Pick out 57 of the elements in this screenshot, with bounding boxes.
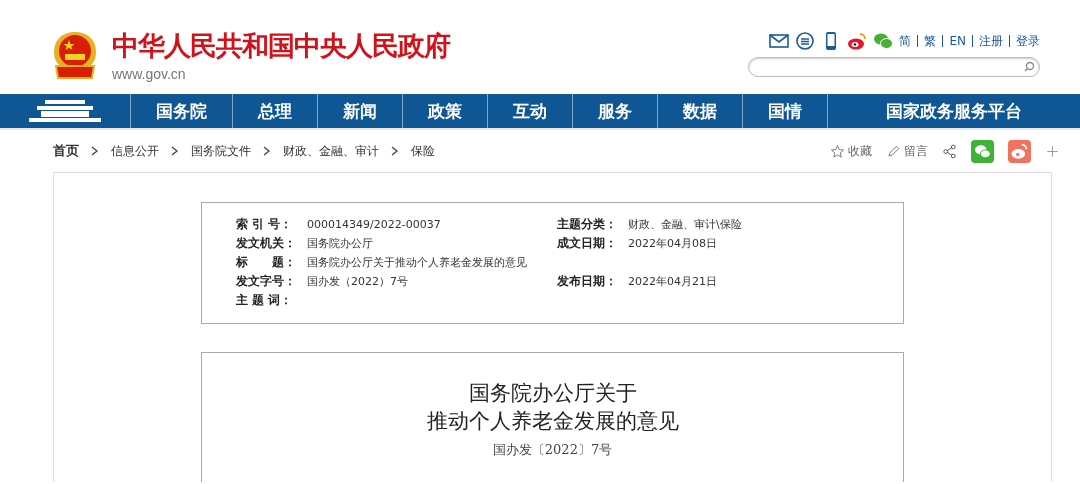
header-link[interactable]: 注册 — [972, 35, 1003, 47]
breadcrumb-link[interactable]: 国务院文件 — [191, 142, 251, 160]
field-value: 2022年04月21日 — [628, 274, 717, 289]
field-label: 索 引 号： — [236, 216, 294, 233]
chevron-icon — [263, 146, 271, 156]
field-value: 2022年04月08日 — [628, 236, 717, 251]
site-url: www.gov.cn — [112, 66, 187, 82]
header-link[interactable]: 简 — [899, 35, 912, 47]
building-icon[interactable] — [27, 98, 103, 124]
chevron-icon — [171, 146, 179, 156]
nav-link[interactable]: 国情 — [742, 94, 827, 128]
chevron-icon — [91, 146, 99, 156]
header-link[interactable]: 繁 — [917, 35, 937, 47]
field-label: 发布日期： — [557, 273, 618, 290]
field-label: 发文机关： — [236, 235, 297, 252]
breadcrumb-link[interactable]: 财政、金融、审计 — [283, 142, 379, 160]
document-number: 国办发〔2022〕7号 — [492, 441, 613, 459]
star-icon — [830, 143, 845, 159]
nav-link[interactable]: 总理 — [232, 94, 317, 128]
pencil-icon — [886, 143, 901, 159]
share-icon[interactable] — [942, 143, 957, 159]
breadcrumb-link[interactable]: 首页 — [53, 142, 79, 160]
document-title: 推动个人养老金发展的意见 — [426, 408, 679, 435]
field-value: 国务院办公厅关于推动个人养老金发展的意见 — [307, 255, 527, 270]
field-label: 成文日期： — [557, 235, 618, 252]
nav-link[interactable]: 政策 — [402, 94, 487, 128]
field-label: 主 题 词： — [236, 292, 294, 309]
field-label: 发文字号： — [236, 273, 297, 290]
field-value: 国务院办公厅 — [307, 236, 373, 251]
wechat-icon[interactable] — [971, 139, 994, 163]
action-link[interactable]: 留言 — [886, 142, 928, 160]
nav-link[interactable]: 国家政务服务平台 — [827, 94, 1080, 128]
breadcrumb-link[interactable]: 信息公开 — [111, 142, 159, 160]
site-title: 中华人民共和国中央人民政府 — [112, 30, 450, 62]
field-label: 标 题： — [236, 254, 297, 271]
nav-link[interactable]: 服务 — [572, 94, 657, 128]
header-link[interactable]: 登录 — [1009, 35, 1040, 47]
weibo-icon[interactable] — [847, 31, 868, 51]
field-value: 国办发（2022）7号 — [307, 274, 408, 289]
field-value: 财政、金融、审计\保险 — [628, 217, 742, 232]
nav-link[interactable]: 新闻 — [317, 94, 402, 128]
mail-icon[interactable] — [769, 31, 790, 51]
weibo-icon[interactable] — [1008, 139, 1031, 163]
nav-link[interactable]: 国务院 — [130, 94, 232, 128]
field-value: 000014349/2022-00037 — [307, 218, 441, 231]
chevron-icon — [391, 146, 399, 156]
nav-link[interactable]: 数据 — [657, 94, 742, 128]
nav-link[interactable]: 互动 — [487, 94, 572, 128]
action-link[interactable]: 收藏 — [830, 142, 872, 160]
header-link[interactable]: EN — [942, 35, 966, 47]
breadcrumb-link[interactable]: 保险 — [411, 142, 435, 160]
emblem-icon — [52, 30, 98, 80]
document-title: 国务院办公厅关于 — [468, 380, 637, 407]
chat-icon[interactable] — [795, 31, 816, 51]
plus-icon[interactable] — [1045, 143, 1060, 159]
field-label: 主题分类： — [557, 216, 618, 233]
wechat-icon[interactable] — [873, 31, 894, 51]
